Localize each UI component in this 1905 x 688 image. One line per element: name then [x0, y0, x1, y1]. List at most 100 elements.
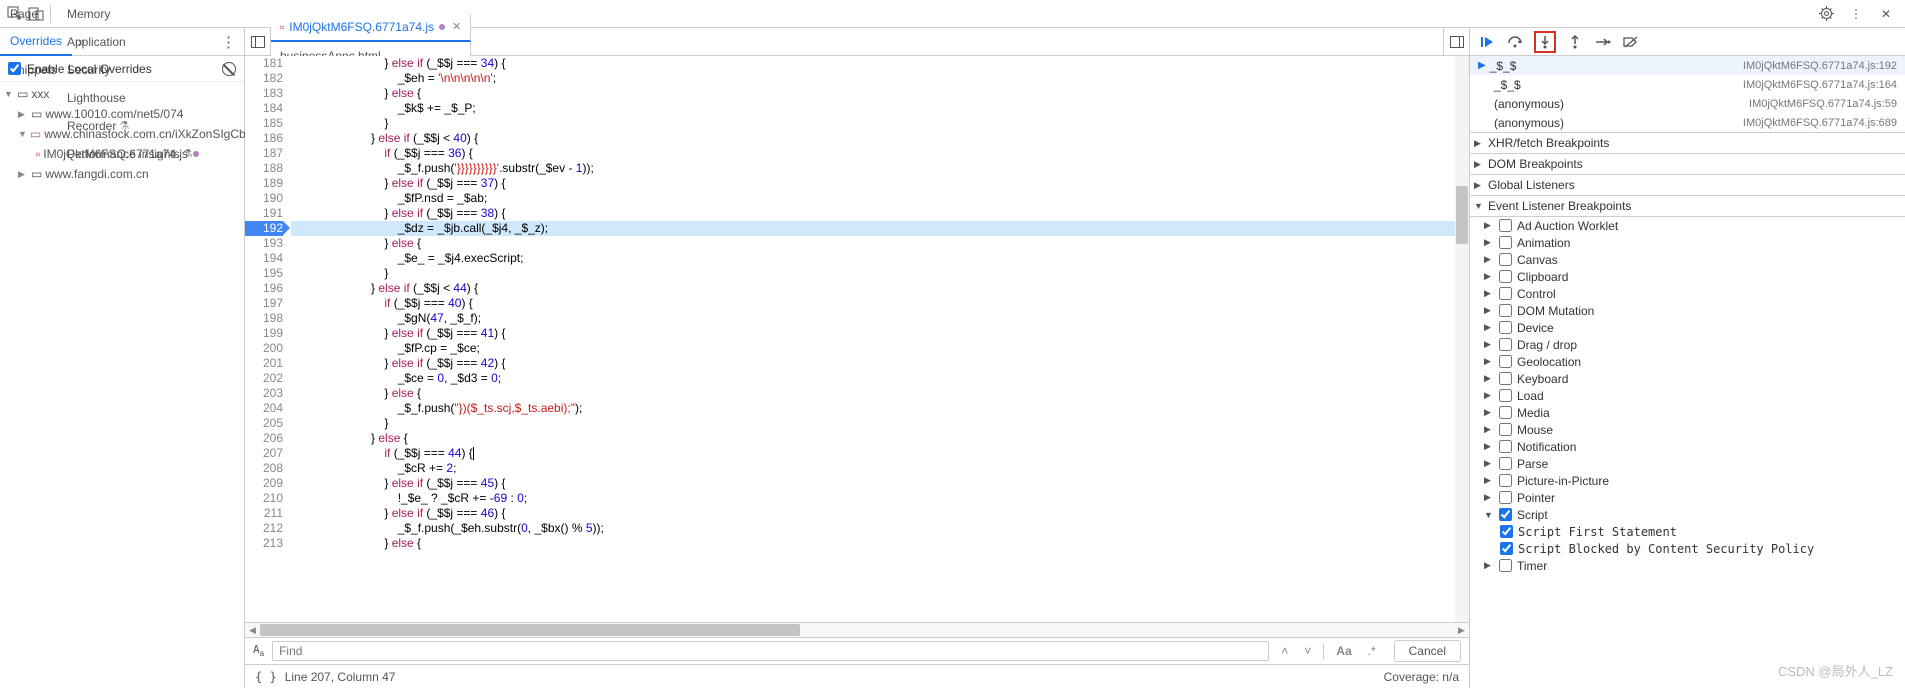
- category-checkbox[interactable]: [1499, 406, 1512, 419]
- section-header[interactable]: ▶XHR/fetch Breakpoints: [1470, 133, 1905, 153]
- editor-panel: ▫IM0jQktM6FSQ.6771a74.js✕businessAnnc.ht…: [245, 28, 1470, 688]
- category-checkbox[interactable]: [1499, 423, 1512, 436]
- find-next-icon[interactable]: ˅: [1300, 644, 1315, 658]
- toggle-debugger-icon[interactable]: [1443, 28, 1469, 56]
- category-checkbox[interactable]: [1499, 457, 1512, 470]
- navigator-tabs: PageOverridesSnippets » ⋮: [0, 28, 244, 56]
- event-category-script[interactable]: ▼Script: [1470, 506, 1905, 523]
- event-category[interactable]: ▶Clipboard: [1470, 268, 1905, 285]
- folder-icon: ▭: [30, 127, 41, 141]
- tree-folder[interactable]: ▶▭www.fangdi.com.cn: [0, 164, 244, 184]
- category-checkbox[interactable]: [1499, 338, 1512, 351]
- js-file-icon: ▫: [36, 147, 40, 161]
- nav-tab-page[interactable]: Page: [0, 0, 72, 28]
- more-icon[interactable]: ⋮: [1845, 3, 1867, 25]
- section-header[interactable]: ▶DOM Breakpoints: [1470, 154, 1905, 174]
- category-checkbox[interactable]: [1499, 219, 1512, 232]
- category-checkbox[interactable]: [1499, 304, 1512, 317]
- override-badge-icon: [193, 151, 199, 157]
- event-category[interactable]: ▶Keyboard: [1470, 370, 1905, 387]
- stack-frame[interactable]: (anonymous)IM0jQktM6FSQ.6771a74.js:689: [1470, 113, 1905, 132]
- event-category[interactable]: ▶Canvas: [1470, 251, 1905, 268]
- section-header[interactable]: ▼Event Listener Breakpoints: [1470, 196, 1905, 216]
- step-icon[interactable]: [1594, 33, 1612, 51]
- event-category[interactable]: ▶Picture-in-Picture: [1470, 472, 1905, 489]
- category-checkbox[interactable]: [1499, 236, 1512, 249]
- find-prev-icon[interactable]: ˄: [1277, 644, 1292, 658]
- breakpoint-checkbox[interactable]: [1500, 542, 1513, 555]
- category-checkbox[interactable]: [1499, 508, 1512, 521]
- nav-tab-overrides[interactable]: Overrides: [0, 28, 72, 56]
- toggle-navigator-icon[interactable]: [245, 28, 271, 56]
- event-category[interactable]: ▶Drag / drop: [1470, 336, 1905, 353]
- category-checkbox[interactable]: [1499, 372, 1512, 385]
- regex-toggle[interactable]: .*: [1364, 644, 1380, 658]
- more-tabs-icon[interactable]: »: [72, 35, 91, 49]
- settings-icon[interactable]: [1815, 3, 1837, 25]
- editor-vertical-scrollbar[interactable]: [1455, 56, 1469, 622]
- tree-file[interactable]: ▫IM0jQktM6FSQ.6771a74.js: [0, 144, 244, 164]
- override-badge-icon: [439, 24, 445, 30]
- find-mode-label: Aa: [253, 643, 264, 658]
- category-checkbox[interactable]: [1499, 287, 1512, 300]
- status-bar: { } Line 207, Column 47 Coverage: n/a: [245, 664, 1469, 688]
- code-editor[interactable]: 1811821831841851861871881891901911921931…: [245, 56, 1469, 622]
- deactivate-breakpoints-icon[interactable]: [1622, 33, 1640, 51]
- category-checkbox[interactable]: [1499, 474, 1512, 487]
- event-category[interactable]: ▶Device: [1470, 319, 1905, 336]
- close-tab-icon[interactable]: ✕: [452, 20, 461, 33]
- stack-frame[interactable]: (anonymous)IM0jQktM6FSQ.6771a74.js:59: [1470, 94, 1905, 113]
- stack-frame[interactable]: ▶_$_$IM0jQktM6FSQ.6771a74.js:192: [1470, 56, 1905, 75]
- enable-local-overrides-checkbox[interactable]: [8, 62, 21, 75]
- flask-icon: ⚗: [183, 147, 193, 160]
- event-category[interactable]: ▶Parse: [1470, 455, 1905, 472]
- editor-horizontal-scrollbar[interactable]: ◀▶: [245, 622, 1469, 637]
- overrides-tree: ▼ ▭ xxx ▶▭www.10010.com/net5/074▼▭www.ch…: [0, 82, 244, 186]
- event-category[interactable]: ▶Ad Auction Worklet: [1470, 217, 1905, 234]
- tree-root[interactable]: ▼ ▭ xxx: [0, 84, 244, 104]
- pretty-print-icon[interactable]: { }: [255, 670, 277, 684]
- event-category[interactable]: ▶Media: [1470, 404, 1905, 421]
- event-category[interactable]: ▶DOM Mutation: [1470, 302, 1905, 319]
- event-category[interactable]: ▶Mouse: [1470, 421, 1905, 438]
- folder-icon: ▭: [17, 87, 28, 101]
- event-breakpoint[interactable]: Script Blocked by Content Security Polic…: [1470, 540, 1905, 557]
- event-category[interactable]: ▶Animation: [1470, 234, 1905, 251]
- step-into-icon[interactable]: [1534, 31, 1556, 53]
- find-cancel-button[interactable]: Cancel: [1394, 640, 1461, 662]
- category-checkbox[interactable]: [1499, 270, 1512, 283]
- step-over-icon[interactable]: [1506, 33, 1524, 51]
- event-category[interactable]: ▶Geolocation: [1470, 353, 1905, 370]
- clear-icon[interactable]: [222, 62, 236, 76]
- event-breakpoint[interactable]: Script First Statement: [1470, 523, 1905, 540]
- category-checkbox[interactable]: [1499, 491, 1512, 504]
- event-category-timer[interactable]: ▶Timer: [1470, 557, 1905, 574]
- navigator-menu-icon[interactable]: ⋮: [213, 33, 244, 51]
- find-input[interactable]: [272, 641, 1269, 661]
- breakpoint-checkbox[interactable]: [1500, 525, 1513, 538]
- category-checkbox[interactable]: [1499, 559, 1512, 572]
- event-category[interactable]: ▶Pointer: [1470, 489, 1905, 506]
- event-category[interactable]: ▶Load: [1470, 387, 1905, 404]
- category-checkbox[interactable]: [1499, 440, 1512, 453]
- call-stack: ▶_$_$IM0jQktM6FSQ.6771a74.js:192_$_$IM0j…: [1470, 56, 1905, 133]
- stack-frame[interactable]: _$_$IM0jQktM6FSQ.6771a74.js:164: [1470, 75, 1905, 94]
- category-checkbox[interactable]: [1499, 355, 1512, 368]
- flask-icon: ⚗: [119, 119, 129, 132]
- section-header[interactable]: ▶Global Listeners: [1470, 175, 1905, 195]
- category-checkbox[interactable]: [1499, 253, 1512, 266]
- find-bar: Aa ˄ ˅ Aa .* Cancel: [245, 637, 1469, 664]
- enable-local-overrides-label: Enable Local Overrides: [27, 62, 152, 76]
- event-category[interactable]: ▶Control: [1470, 285, 1905, 302]
- match-case-toggle[interactable]: Aa: [1332, 644, 1355, 658]
- main-tab-memory[interactable]: Memory: [57, 0, 203, 28]
- event-category[interactable]: ▶Notification: [1470, 438, 1905, 455]
- folder-icon: ▭: [31, 107, 42, 121]
- resume-icon[interactable]: [1478, 33, 1496, 51]
- step-out-icon[interactable]: [1566, 33, 1584, 51]
- file-tab[interactable]: ▫IM0jQktM6FSQ.6771a74.js✕: [271, 14, 471, 42]
- current-frame-icon: ▶: [1478, 60, 1486, 71]
- close-devtools-icon[interactable]: ✕: [1875, 3, 1897, 25]
- category-checkbox[interactable]: [1499, 321, 1512, 334]
- category-checkbox[interactable]: [1499, 389, 1512, 402]
